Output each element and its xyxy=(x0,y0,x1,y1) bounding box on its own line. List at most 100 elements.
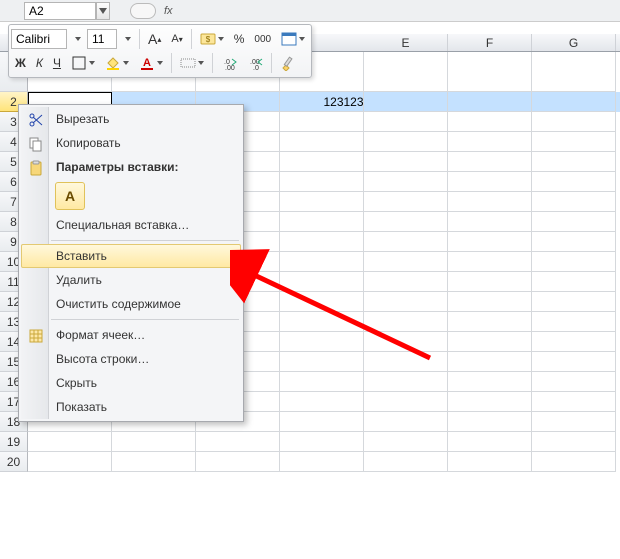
menu-insert[interactable]: Вставить xyxy=(21,244,241,268)
cell[interactable] xyxy=(448,432,532,452)
cell[interactable] xyxy=(448,352,532,372)
cell[interactable] xyxy=(364,452,448,472)
row-header[interactable]: 19 xyxy=(0,432,28,452)
cell[interactable] xyxy=(532,272,616,292)
cell[interactable] xyxy=(532,152,616,172)
menu-show[interactable]: Показать xyxy=(21,395,241,419)
cell[interactable] xyxy=(364,412,448,432)
cell[interactable] xyxy=(364,312,448,332)
cell[interactable] xyxy=(448,332,532,352)
menu-row-height[interactable]: Высота строки… xyxy=(21,347,241,371)
cell[interactable] xyxy=(280,392,364,412)
cell[interactable] xyxy=(448,452,532,472)
cell[interactable] xyxy=(364,332,448,352)
cell[interactable] xyxy=(364,352,448,372)
cell[interactable] xyxy=(448,112,532,132)
cell[interactable] xyxy=(532,412,616,432)
cell[interactable] xyxy=(28,452,112,472)
cell[interactable] xyxy=(280,272,364,292)
cell[interactable] xyxy=(280,452,364,472)
font-family-dropdown[interactable] xyxy=(69,28,85,50)
cell[interactable] xyxy=(448,132,532,152)
cell[interactable] xyxy=(280,352,364,372)
menu-delete[interactable]: Удалить xyxy=(21,268,241,292)
cell[interactable] xyxy=(448,412,532,432)
cell[interactable] xyxy=(196,432,280,452)
cell[interactable] xyxy=(280,232,364,252)
font-size-selector[interactable]: 11 xyxy=(87,29,117,49)
cell[interactable] xyxy=(532,212,616,232)
cell[interactable] xyxy=(448,92,532,112)
cell[interactable] xyxy=(364,272,448,292)
increase-decimal-button[interactable]: .0.00 xyxy=(217,52,241,74)
cell[interactable] xyxy=(280,212,364,232)
cell[interactable] xyxy=(532,92,616,112)
menu-hide[interactable]: Скрыть xyxy=(21,371,241,395)
cell[interactable] xyxy=(364,152,448,172)
underline-button[interactable]: Ч xyxy=(49,52,65,74)
cell[interactable] xyxy=(280,152,364,172)
cell[interactable] xyxy=(280,292,364,312)
cell[interactable]: 123123 xyxy=(280,92,364,112)
font-color-button[interactable]: А xyxy=(135,52,167,74)
cell[interactable] xyxy=(532,112,616,132)
menu-cut[interactable]: Вырезать xyxy=(21,107,241,131)
cell[interactable] xyxy=(364,252,448,272)
decrease-decimal-button[interactable]: .00.0 xyxy=(243,52,267,74)
col-header-E[interactable]: E xyxy=(364,34,448,51)
border-button[interactable] xyxy=(67,52,99,74)
cell[interactable] xyxy=(532,232,616,252)
cell[interactable] xyxy=(112,432,196,452)
cell[interactable] xyxy=(280,172,364,192)
menu-clear-contents[interactable]: Очистить содержимое xyxy=(21,292,241,316)
cell[interactable] xyxy=(532,132,616,152)
cell[interactable] xyxy=(448,372,532,392)
italic-button[interactable]: К xyxy=(32,52,47,74)
cell[interactable] xyxy=(532,452,616,472)
cell[interactable] xyxy=(196,452,280,472)
cell[interactable] xyxy=(448,272,532,292)
comma-format-button[interactable]: 000 xyxy=(250,28,275,50)
cell[interactable] xyxy=(448,232,532,252)
cell[interactable] xyxy=(532,52,616,92)
cell[interactable] xyxy=(364,292,448,312)
cell[interactable] xyxy=(364,212,448,232)
cell[interactable] xyxy=(448,192,532,212)
cell[interactable] xyxy=(532,372,616,392)
cell[interactable] xyxy=(112,452,196,472)
cell[interactable] xyxy=(448,292,532,312)
merge-button[interactable] xyxy=(176,52,208,74)
cell[interactable] xyxy=(280,252,364,272)
cell[interactable] xyxy=(532,252,616,272)
cell[interactable] xyxy=(532,392,616,412)
cell[interactable] xyxy=(364,112,448,132)
cell[interactable] xyxy=(364,432,448,452)
increase-font-button[interactable]: A▴ xyxy=(144,28,165,50)
cell[interactable] xyxy=(280,372,364,392)
accounting-format-button[interactable]: $ xyxy=(196,28,228,50)
cell[interactable] xyxy=(364,232,448,252)
cell[interactable] xyxy=(448,312,532,332)
fill-color-button[interactable] xyxy=(101,52,133,74)
cell[interactable] xyxy=(532,312,616,332)
cell[interactable] xyxy=(448,212,532,232)
cell[interactable] xyxy=(364,392,448,412)
cell[interactable] xyxy=(28,432,112,452)
cell[interactable] xyxy=(280,332,364,352)
paste-keep-source-button[interactable]: А xyxy=(55,182,85,210)
cell[interactable] xyxy=(448,252,532,272)
col-header-F[interactable]: F xyxy=(448,34,532,51)
bold-button[interactable]: Ж xyxy=(11,52,30,74)
cell[interactable] xyxy=(280,112,364,132)
cell[interactable] xyxy=(280,132,364,152)
cell[interactable] xyxy=(364,372,448,392)
cell[interactable] xyxy=(532,352,616,372)
menu-format-cells[interactable]: Формат ячеек… xyxy=(21,323,241,347)
decrease-font-button[interactable]: A▾ xyxy=(167,28,186,50)
font-size-dropdown[interactable] xyxy=(119,28,135,50)
col-header-G[interactable]: G xyxy=(532,34,616,51)
percent-format-button[interactable]: % xyxy=(230,28,249,50)
menu-paste-special[interactable]: Специальная вставка… xyxy=(21,213,241,237)
cell[interactable] xyxy=(280,192,364,212)
cell[interactable] xyxy=(532,292,616,312)
